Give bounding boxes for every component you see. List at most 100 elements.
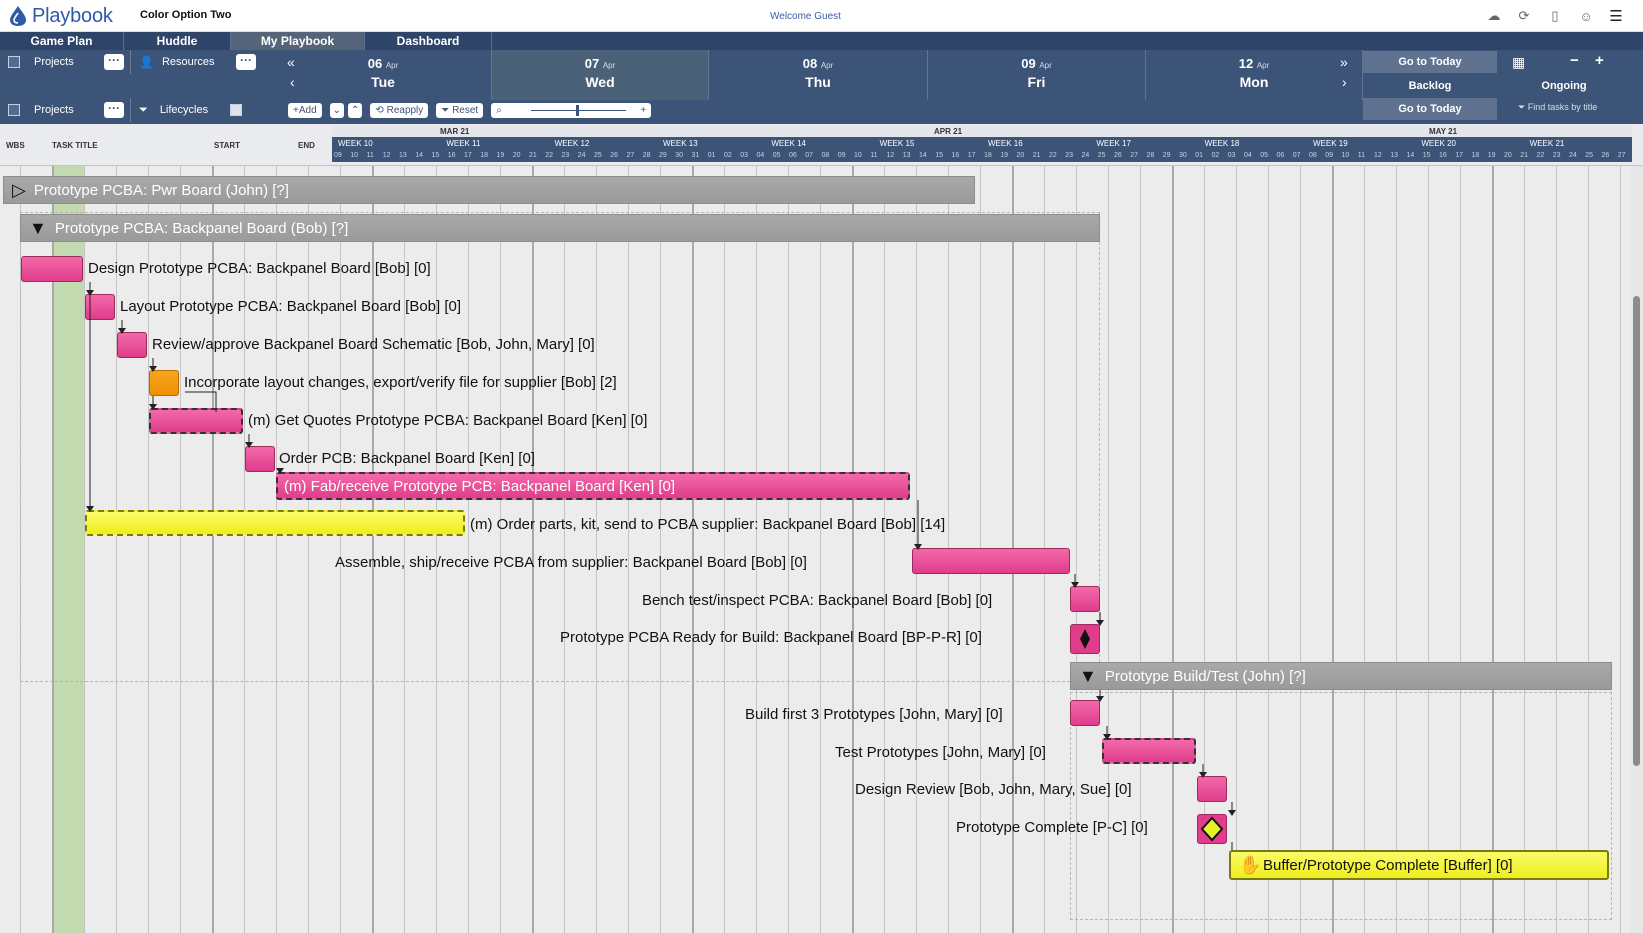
day-name: Wed xyxy=(585,74,615,90)
day-number-label: 30 xyxy=(1179,152,1187,159)
app-logo[interactable]: Playbook xyxy=(8,3,113,29)
find-tasks-input[interactable]: ⏷ Find tasks by title xyxy=(1518,102,1597,113)
timeline-header: WBS TASK TITLE START END MAR 21 APR 21 M… xyxy=(0,124,1643,166)
col-end[interactable]: END xyxy=(298,141,315,150)
day-number-label: 15 xyxy=(431,152,440,159)
col-task-title[interactable]: TASK TITLE xyxy=(52,141,98,150)
day-number-label: 11 xyxy=(1357,152,1366,159)
week-label: WEEK 14 xyxy=(771,139,807,148)
filter-icon: ⏷ xyxy=(139,103,148,116)
projects2-menu-button[interactable]: ··· xyxy=(104,102,124,118)
ongoing-button[interactable]: Ongoing xyxy=(1497,75,1631,97)
scrollbar-thumb[interactable] xyxy=(1633,296,1640,766)
day-column[interactable]: 12 Apr Mon xyxy=(1146,50,1363,100)
day-num: 06 xyxy=(367,56,383,71)
projects-checkbox[interactable] xyxy=(8,56,20,68)
day-number-label: 15 xyxy=(1422,152,1431,159)
week-label: WEEK 11 xyxy=(446,139,481,148)
col-start[interactable]: START xyxy=(214,141,240,150)
day-column[interactable]: 08 Apr Thu xyxy=(709,50,928,100)
add-button[interactable]: +Add xyxy=(288,102,322,118)
day-number-label: 17 xyxy=(464,152,472,159)
gantt-body: ▷ Prototype PCBA: Pwr Board (John) [?] ▼… xyxy=(0,166,1630,933)
menu-icon[interactable]: ☰ xyxy=(1608,8,1624,25)
projects-menu-button[interactable]: ··· xyxy=(104,54,124,70)
zoom-thumb[interactable] xyxy=(576,104,580,116)
go-to-today-button[interactable]: Go to Today xyxy=(1363,51,1497,73)
day-number-label: 12 xyxy=(1374,152,1382,159)
resources-menu-button[interactable]: ··· xyxy=(235,54,256,70)
zoom-out-button[interactable]: − xyxy=(1570,52,1579,69)
backlog-button[interactable]: Backlog xyxy=(1363,75,1497,97)
day-number-label: 21 xyxy=(1032,152,1041,159)
projects-filter-row: Projects ··· 👤 Resources ··· xyxy=(8,50,256,74)
day-number-label: 03 xyxy=(740,152,749,159)
expand-all-button[interactable]: ⌃ xyxy=(348,102,363,118)
month-label: MAR 21 xyxy=(440,127,470,136)
day-number-label: 04 xyxy=(756,152,765,159)
day-number-label: 27 xyxy=(626,152,635,159)
day-num: 07 xyxy=(584,56,600,71)
week-label: WEEK 15 xyxy=(879,139,915,148)
day-number-label: 25 xyxy=(1585,152,1594,159)
tab-game-plan[interactable]: Game Plan xyxy=(0,32,124,50)
day-column-today[interactable]: 07 Apr Wed xyxy=(492,50,709,100)
page-icon[interactable]: ▯ xyxy=(1547,8,1563,24)
month-label: MAY 21 xyxy=(1429,127,1458,136)
zoom-in-icon[interactable]: + xyxy=(640,103,646,118)
refresh-icon[interactable]: ⟳ xyxy=(1516,8,1532,24)
day-number-label: 12 xyxy=(886,152,895,159)
day-number-label: 11 xyxy=(366,152,374,159)
week-label: WEEK 19 xyxy=(1313,139,1348,148)
zoom-slider[interactable]: ⌕ + xyxy=(491,102,652,118)
day-month: Apr xyxy=(1256,61,1270,70)
day-number-label: 02 xyxy=(724,152,732,159)
day-month: Apr xyxy=(385,61,399,70)
tab-dashboard[interactable]: Dashboard xyxy=(365,32,492,50)
main-tabs: Game Plan Huddle My Playbook Dashboard xyxy=(0,32,1643,50)
day-month: Apr xyxy=(820,61,834,70)
day-number-label: 20 xyxy=(1016,152,1025,159)
day-number-label: 14 xyxy=(415,152,424,159)
reset-button[interactable]: ⏷ Reset xyxy=(436,102,484,118)
col-wbs[interactable]: WBS xyxy=(6,141,25,150)
calendar-icon[interactable]: ▦ xyxy=(1512,54,1525,71)
week-label: WEEK 13 xyxy=(663,139,698,148)
day-number-label: 27 xyxy=(1130,152,1139,159)
zoom-plus-button[interactable]: + xyxy=(1595,52,1604,69)
day-column[interactable]: 09 Apr Fri xyxy=(928,50,1146,100)
reapply-button[interactable]: ⟲ Reapply xyxy=(370,102,429,118)
projects-label: Projects xyxy=(34,56,74,68)
day-number-label: 15 xyxy=(935,152,944,159)
day-number-label: 05 xyxy=(772,152,781,159)
day-number-label: 24 xyxy=(1569,152,1577,159)
day-number: 09 Apr xyxy=(928,56,1145,71)
day-column[interactable]: 06 Apr Tue xyxy=(275,50,492,100)
collapse-all-button[interactable]: ⌄ xyxy=(329,102,345,118)
projects2-checkbox[interactable] xyxy=(8,104,20,116)
day-number-label: 09 xyxy=(334,152,342,159)
day-number-label: 13 xyxy=(902,152,911,159)
day-number-label: 16 xyxy=(1439,152,1447,159)
month-row: MAR 21 APR 21 MAY 21 xyxy=(332,126,1632,137)
day-number-label: 21 xyxy=(529,152,537,159)
day-name: Fri xyxy=(1027,74,1046,90)
day-number-label: 10 xyxy=(350,152,359,159)
tab-my-playbook[interactable]: My Playbook xyxy=(231,32,365,50)
day-number-label: 21 xyxy=(1520,152,1529,159)
day-number-label: 12 xyxy=(382,152,391,159)
lifecycles-checkbox[interactable] xyxy=(229,104,242,116)
zoom-search-icon: ⌕ xyxy=(496,104,502,116)
cloud-icon[interactable]: ☁ xyxy=(1486,8,1502,24)
vertical-scrollbar[interactable] xyxy=(1630,166,1643,933)
tab-huddle[interactable]: Huddle xyxy=(124,32,231,50)
day-number-label: 18 xyxy=(984,152,992,159)
day-number-label: 19 xyxy=(496,152,505,159)
dependency-arrows xyxy=(86,282,1236,850)
day-number-label: 03 xyxy=(1227,152,1236,159)
go-to-today-button-2[interactable]: Go to Today xyxy=(1363,98,1497,120)
day-number-label: 26 xyxy=(1114,152,1122,159)
day-number-label: 17 xyxy=(967,152,976,159)
day-number-label: 06 xyxy=(789,152,797,159)
user-icon[interactable]: ☺ xyxy=(1578,8,1594,24)
